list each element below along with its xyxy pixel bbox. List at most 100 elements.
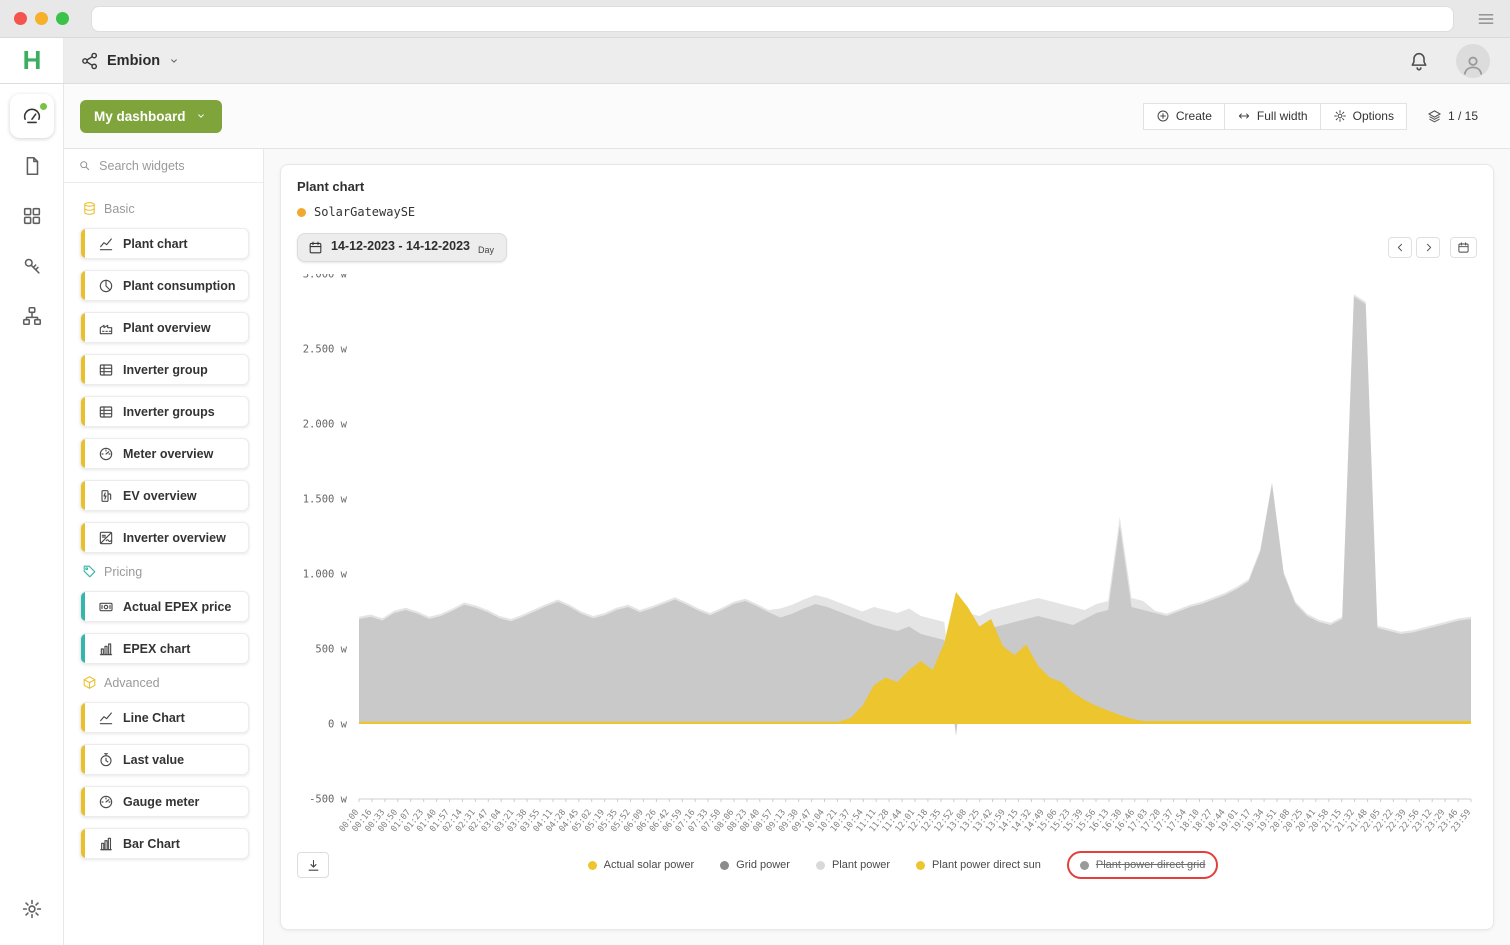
widget-item-last-value[interactable]: Last value — [80, 744, 249, 775]
widget-item-label: Inverter overview — [123, 531, 226, 545]
maximize-window-button[interactable] — [56, 12, 69, 25]
previous-period-button[interactable] — [1388, 237, 1412, 258]
dashboard-selector-button[interactable]: My dashboard — [80, 100, 222, 133]
item-accent — [81, 271, 85, 300]
svg-text:2.000 w: 2.000 w — [303, 419, 348, 431]
chart-controls: 14-12-2023 - 14-12-2023 Day — [297, 233, 1477, 262]
chevron-left-icon — [1394, 241, 1407, 254]
page-indicator-label: 1 / 15 — [1448, 109, 1478, 123]
chevron-down-icon — [167, 54, 181, 68]
widget-item-label: EV overview — [123, 489, 197, 503]
dashboard-toolbar: My dashboard Create Full width O — [64, 84, 1510, 149]
gear-icon — [1333, 109, 1347, 123]
widget-item-inverter-groups[interactable]: Inverter groups — [80, 396, 249, 427]
widget-item-label: EPEX chart — [123, 642, 190, 656]
legend-label: Actual solar power — [604, 859, 695, 871]
nav-settings[interactable] — [10, 887, 54, 931]
nav-topology[interactable] — [10, 294, 54, 338]
jump-to-date-button[interactable] — [1450, 237, 1477, 258]
date-range-label: 14-12-2023 - 14-12-2023 — [331, 239, 470, 253]
item-accent — [81, 523, 85, 552]
widget-item-label: Line Chart — [123, 711, 185, 725]
browser-menu-icon[interactable] — [1476, 9, 1496, 29]
widget-item-bar-chart[interactable]: Bar Chart — [80, 828, 249, 859]
nav-widgets[interactable] — [10, 194, 54, 238]
widget-item-inverter-overview[interactable]: Inverter overview — [80, 522, 249, 553]
user-avatar[interactable] — [1456, 44, 1490, 78]
widget-item-line-chart[interactable]: Line Chart — [80, 702, 249, 733]
legend-item-plant-power-direct-sun[interactable]: Plant power direct sun — [916, 859, 1041, 871]
minimize-window-button[interactable] — [35, 12, 48, 25]
next-period-button[interactable] — [1416, 237, 1440, 258]
table-icon — [98, 362, 114, 378]
widget-item-plant-overview[interactable]: Plant overview — [80, 312, 249, 343]
legend-item-plant-power[interactable]: Plant power — [816, 859, 890, 871]
lineChart-icon — [98, 710, 114, 726]
widget-item-meter-overview[interactable]: Meter overview — [80, 438, 249, 469]
page-indicator[interactable]: 1 / 15 — [1415, 103, 1490, 130]
widget-item-gauge-meter[interactable]: Gauge meter — [80, 786, 249, 817]
close-window-button[interactable] — [14, 12, 27, 25]
calendar-icon — [308, 240, 323, 255]
inverter-icon — [98, 530, 114, 546]
organization-selector[interactable]: Embion — [80, 51, 181, 71]
legend-item-plant-power-direct-grid[interactable]: Plant power direct grid — [1067, 851, 1218, 879]
nav-reports[interactable] — [10, 144, 54, 188]
notifications-bell-icon[interactable] — [1408, 50, 1430, 72]
table-icon — [98, 404, 114, 420]
granularity-label: Day — [478, 245, 494, 255]
full-width-label: Full width — [1257, 109, 1308, 123]
item-accent — [81, 439, 85, 468]
widget-item-epex-chart[interactable]: EPEX chart — [80, 633, 249, 664]
nav-access[interactable] — [10, 244, 54, 288]
widget-item-ev-overview[interactable]: EV overview — [80, 480, 249, 511]
svg-text:-500 w: -500 w — [309, 794, 348, 806]
widget-section-header: Basic — [82, 201, 249, 216]
banknote-icon — [98, 599, 114, 615]
widget-item-label: Actual EPEX price — [123, 600, 231, 614]
item-accent — [81, 397, 85, 426]
search-widgets-input[interactable] — [99, 159, 251, 173]
device-row: SolarGatewaySE — [297, 205, 1477, 219]
dashboard-title: My dashboard — [94, 109, 186, 124]
full-width-button[interactable]: Full width — [1225, 103, 1321, 130]
app-logo[interactable]: H — [0, 38, 64, 83]
svg-text:500 w: 500 w — [315, 644, 347, 656]
chevron-down-icon — [194, 109, 208, 123]
widget-item-plant-consumption[interactable]: Plant consumption — [80, 270, 249, 301]
plant-chart-widget: Plant chart SolarGatewaySE 14-12-2023 - … — [280, 164, 1494, 930]
download-chart-button[interactable] — [297, 852, 329, 878]
toolbar-button-group: Create Full width Options — [1143, 103, 1407, 130]
nav-dashboard[interactable] — [10, 94, 54, 138]
address-bar[interactable] — [91, 6, 1454, 32]
legend-item-actual-solar-power[interactable]: Actual solar power — [588, 859, 695, 871]
key-icon — [21, 255, 43, 277]
legend-dot — [1080, 861, 1089, 870]
svg-text:2.500 w: 2.500 w — [303, 344, 348, 356]
date-range-button[interactable]: 14-12-2023 - 14-12-2023 Day — [297, 233, 507, 262]
plus-circle-icon — [1156, 109, 1170, 123]
create-button[interactable]: Create — [1143, 103, 1225, 130]
widget-section-header: Pricing — [82, 564, 249, 579]
chart-legend: Actual solar power Grid power Plant power P… — [329, 851, 1477, 879]
item-accent — [81, 592, 85, 621]
widget-item-actual-epex-price[interactable]: Actual EPEX price — [80, 591, 249, 622]
widget-item-label: Meter overview — [123, 447, 213, 461]
clock-icon — [98, 752, 114, 768]
widget-item-label: Bar Chart — [123, 837, 180, 851]
legend-item-grid-power[interactable]: Grid power — [720, 859, 790, 871]
chartMixed-icon — [98, 641, 114, 657]
app-window: H Embion — [0, 38, 1510, 945]
options-button[interactable]: Options — [1321, 103, 1407, 130]
file-icon — [21, 155, 43, 177]
widget-item-inverter-group[interactable]: Inverter group — [80, 354, 249, 385]
svg-text:1.000 w: 1.000 w — [303, 569, 348, 581]
browser-chrome — [0, 0, 1510, 38]
item-accent — [81, 481, 85, 510]
device-status-dot — [297, 208, 306, 217]
online-status-dot — [40, 103, 47, 110]
widget-item-plant-chart[interactable]: Plant chart — [80, 228, 249, 259]
grid-icon — [21, 205, 43, 227]
download-icon — [306, 858, 321, 873]
tag-icon — [82, 564, 97, 579]
